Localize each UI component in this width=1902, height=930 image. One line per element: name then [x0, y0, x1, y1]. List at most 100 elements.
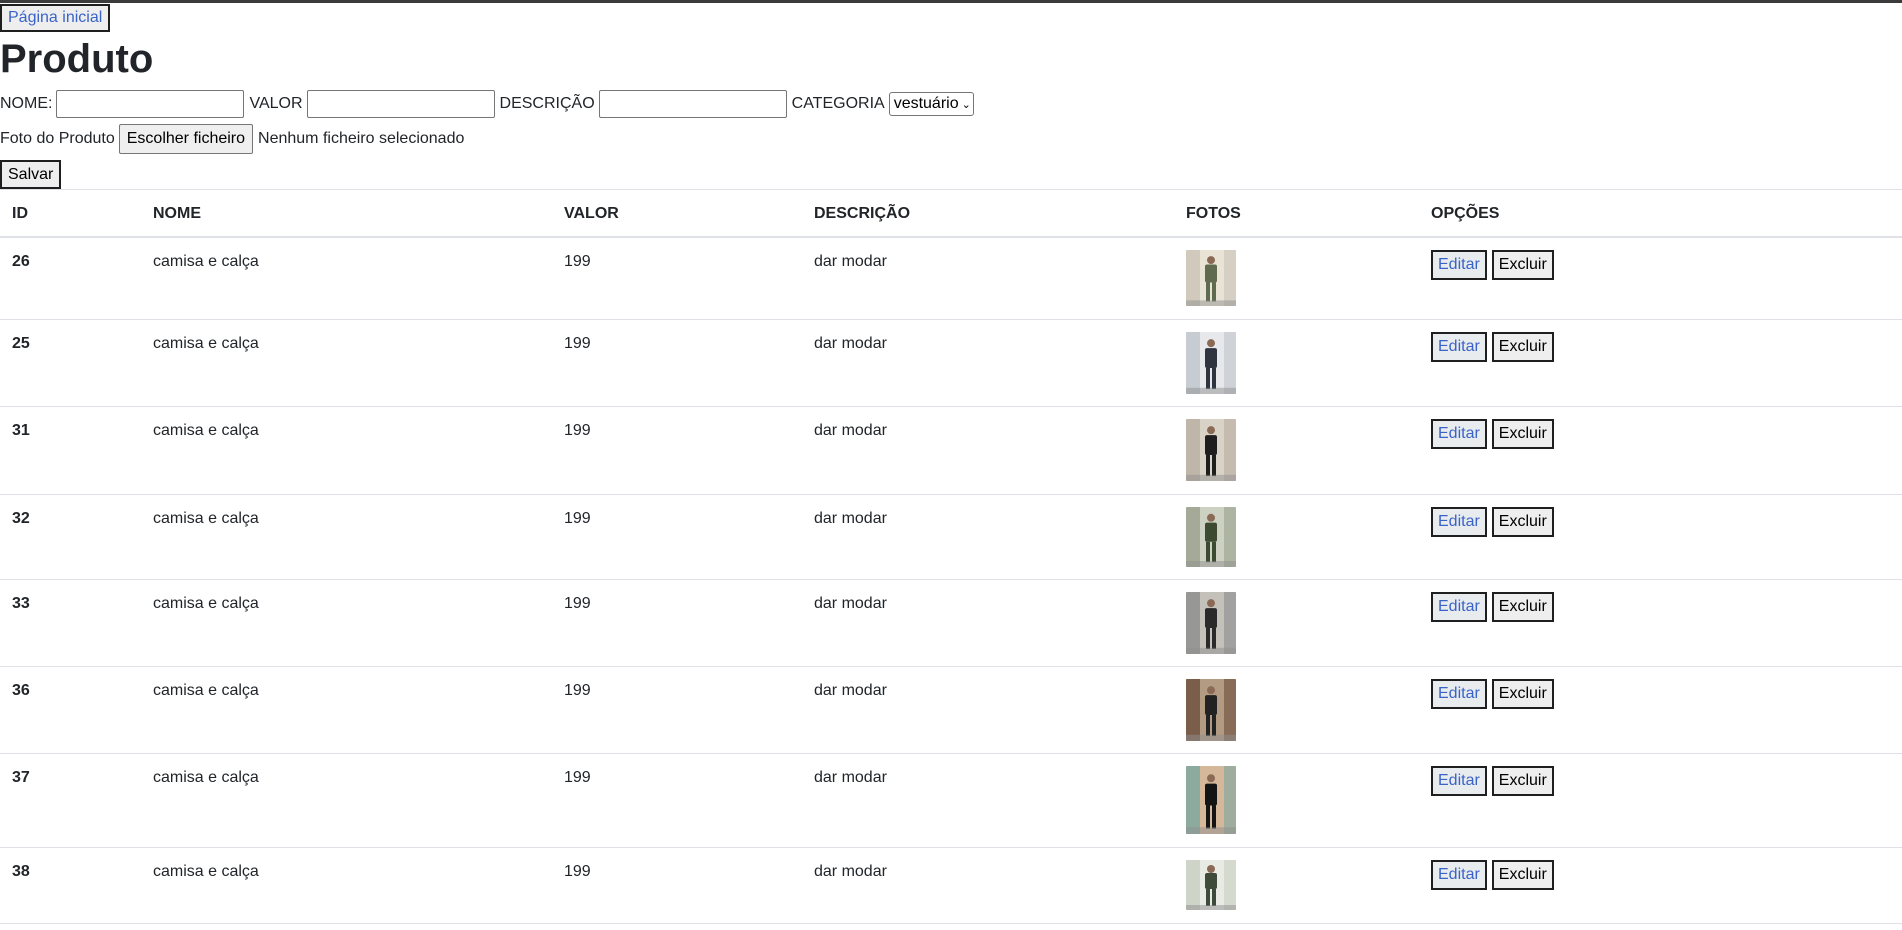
product-photo — [1186, 679, 1236, 741]
delete-button[interactable]: Excluir — [1491, 766, 1554, 796]
top-border — [0, 0, 1902, 3]
header-opcoes: OPÇÕES — [1431, 205, 1500, 222]
table-row: 33 camisa e calça 199 dar modar Editar Exclui… — [0, 580, 1902, 667]
delete-button[interactable]: Excluir — [1491, 250, 1554, 280]
row-valor: 199 — [564, 682, 591, 699]
table-header: ID NOME VALOR DESCRIÇÃO FOTOS OPÇÕES — [0, 189, 1902, 238]
row-valor: 199 — [564, 595, 591, 612]
row-valor: 199 — [564, 422, 591, 439]
row-descricao: dar modar — [814, 595, 887, 612]
row-nome: camisa e calça — [153, 335, 259, 352]
row-options: Editar Excluir — [1431, 250, 1554, 280]
product-photo — [1186, 332, 1236, 394]
nome-label: NOME: — [0, 95, 53, 112]
delete-button[interactable]: Excluir — [1491, 592, 1554, 622]
edit-button[interactable]: Editar — [1431, 419, 1487, 449]
row-descricao: dar modar — [814, 682, 887, 699]
edit-button[interactable]: Editar — [1431, 507, 1487, 537]
table-row: 37 camisa e calça 199 dar modar Editar Exclui… — [0, 754, 1902, 848]
foto-label: Foto do Produto — [0, 130, 115, 147]
edit-button[interactable]: Editar — [1431, 250, 1487, 280]
header-nome: NOME — [153, 205, 201, 222]
product-photo — [1186, 860, 1236, 910]
product-photo — [1186, 592, 1236, 654]
products-table: ID NOME VALOR DESCRIÇÃO FOTOS OPÇÕES 26 c… — [0, 189, 1902, 924]
save-button[interactable]: Salvar — [0, 160, 62, 189]
row-options: Editar Excluir — [1431, 860, 1554, 890]
row-descricao: dar modar — [814, 769, 887, 786]
row-valor: 199 — [564, 863, 591, 880]
categoria-select[interactable]: vestuário ⌄ — [888, 92, 974, 116]
row-options: Editar Excluir — [1431, 419, 1554, 449]
table-row: 38 camisa e calça 199 dar modar Editar Exclui… — [0, 848, 1902, 924]
delete-button[interactable]: Excluir — [1491, 860, 1554, 890]
categoria-label: CATEGORIA — [791, 95, 885, 112]
delete-button[interactable]: Excluir — [1491, 419, 1554, 449]
header-descricao: DESCRIÇÃO — [814, 205, 911, 222]
row-nome: camisa e calça — [153, 863, 259, 880]
row-options: Editar Excluir — [1431, 592, 1554, 622]
table-row: 31 camisa e calça 199 dar modar Editar Exclui… — [0, 407, 1902, 495]
table-row: 26 camisa e calça 199 dar modar Editar Exclui… — [0, 238, 1902, 320]
header-valor: VALOR — [564, 205, 619, 222]
edit-button[interactable]: Editar — [1431, 332, 1487, 362]
row-descricao: dar modar — [814, 510, 887, 527]
descricao-label: DESCRIÇÃO — [499, 95, 595, 112]
row-nome: camisa e calça — [153, 510, 259, 527]
descricao-input[interactable] — [598, 90, 787, 118]
table-body: 26 camisa e calça 199 dar modar Editar Exclui… — [0, 238, 1902, 924]
photo-upload-row: Foto do Produto Escolher ficheiro Nenhum… — [0, 123, 464, 155]
choose-file-button[interactable]: Escolher ficheiro — [118, 124, 254, 154]
page-title: Produto — [0, 37, 154, 81]
row-nome: camisa e calça — [153, 253, 259, 270]
table-row: 25 camisa e calça 199 dar modar Editar Exclui… — [0, 320, 1902, 407]
row-id: 38 — [12, 863, 30, 880]
categoria-selected-value: vestuário — [893, 95, 959, 112]
header-fotos: FOTOS — [1186, 205, 1241, 222]
row-descricao: dar modar — [814, 863, 887, 880]
product-photo — [1186, 766, 1236, 834]
edit-button[interactable]: Editar — [1431, 592, 1487, 622]
product-photo — [1186, 419, 1236, 481]
row-valor: 199 — [564, 510, 591, 527]
row-valor: 199 — [564, 335, 591, 352]
row-id: 25 — [12, 335, 30, 352]
delete-button[interactable]: Excluir — [1491, 332, 1554, 362]
delete-button[interactable]: Excluir — [1491, 507, 1554, 537]
file-status: Nenhum ficheiro selecionado — [258, 130, 465, 147]
row-id: 26 — [12, 253, 30, 270]
chevron-down-icon: ⌄ — [961, 98, 971, 111]
row-options: Editar Excluir — [1431, 679, 1554, 709]
edit-button[interactable]: Editar — [1431, 766, 1487, 796]
row-valor: 199 — [564, 769, 591, 786]
row-nome: camisa e calça — [153, 682, 259, 699]
row-descricao: dar modar — [814, 253, 887, 270]
valor-label: VALOR — [249, 95, 303, 112]
row-descricao: dar modar — [814, 335, 887, 352]
table-row: 32 camisa e calça 199 dar modar Editar Exclui… — [0, 495, 1902, 580]
valor-input[interactable] — [306, 90, 495, 118]
row-id: 36 — [12, 682, 30, 699]
delete-button[interactable]: Excluir — [1491, 679, 1554, 709]
row-nome: camisa e calça — [153, 595, 259, 612]
home-button[interactable]: Página inicial — [0, 4, 111, 32]
edit-button[interactable]: Editar — [1431, 860, 1487, 890]
row-options: Editar Excluir — [1431, 766, 1554, 796]
row-id: 37 — [12, 769, 30, 786]
product-photo — [1186, 507, 1236, 567]
table-row: 36 camisa e calça 199 dar modar Editar Exclui… — [0, 667, 1902, 754]
row-options: Editar Excluir — [1431, 507, 1554, 537]
row-options: Editar Excluir — [1431, 332, 1554, 362]
product-photo — [1186, 250, 1236, 306]
row-id: 31 — [12, 422, 30, 439]
row-nome: camisa e calça — [153, 422, 259, 439]
row-valor: 199 — [564, 253, 591, 270]
row-id: 32 — [12, 510, 30, 527]
edit-button[interactable]: Editar — [1431, 679, 1487, 709]
row-nome: camisa e calça — [153, 769, 259, 786]
nome-input[interactable] — [56, 90, 245, 118]
row-descricao: dar modar — [814, 422, 887, 439]
header-id: ID — [12, 205, 28, 222]
row-id: 33 — [12, 595, 30, 612]
product-form-fields: NOME: VALOR DESCRIÇÃO CATEGORIA vestuári… — [0, 89, 974, 119]
